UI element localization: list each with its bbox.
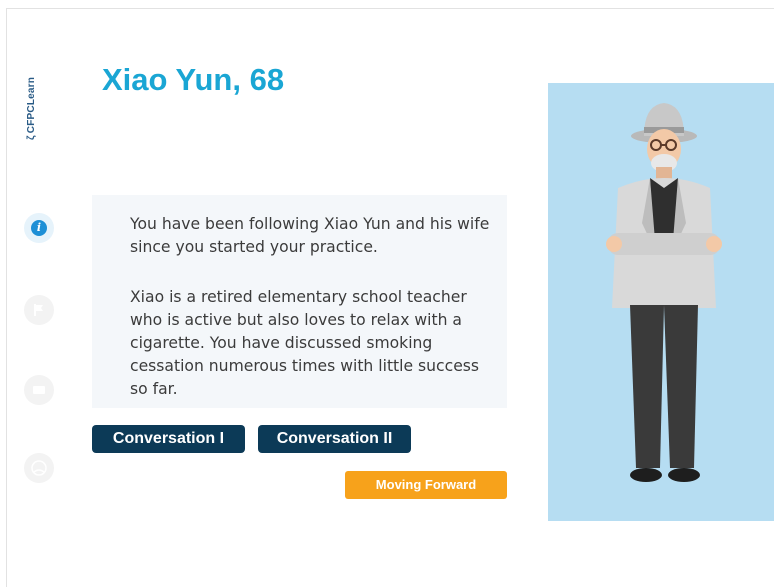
- info-icon: i: [31, 220, 47, 236]
- character-illustration-panel: [548, 83, 774, 521]
- case-paragraph-2: Xiao is a retired elementary school teac…: [130, 288, 480, 398]
- person-icon: [31, 460, 47, 476]
- cfpc-logo-mark-icon: ζ: [26, 135, 37, 140]
- moving-forward-button[interactable]: Moving Forward: [345, 471, 507, 499]
- cfpc-learn-logo: ζCFPCLearn: [26, 77, 37, 140]
- case-paragraph-1: You have been following Xiao Yun and his…: [130, 215, 490, 256]
- elderly-man-illustration: [606, 103, 722, 482]
- sidebar-person-button[interactable]: [24, 453, 54, 483]
- flag-icon: [34, 304, 43, 316]
- sidebar-chat-button[interactable]: [24, 375, 54, 405]
- page-title: Xiao Yun, 68: [102, 62, 285, 97]
- sidebar-flag-button[interactable]: [24, 295, 54, 325]
- conversation-1-button[interactable]: Conversation I: [92, 425, 245, 453]
- conversation-2-button[interactable]: Conversation II: [258, 425, 411, 453]
- chat-icon: [33, 386, 45, 394]
- sidebar-info-button[interactable]: i: [24, 213, 54, 243]
- logo-text: CFPCLearn: [26, 76, 37, 134]
